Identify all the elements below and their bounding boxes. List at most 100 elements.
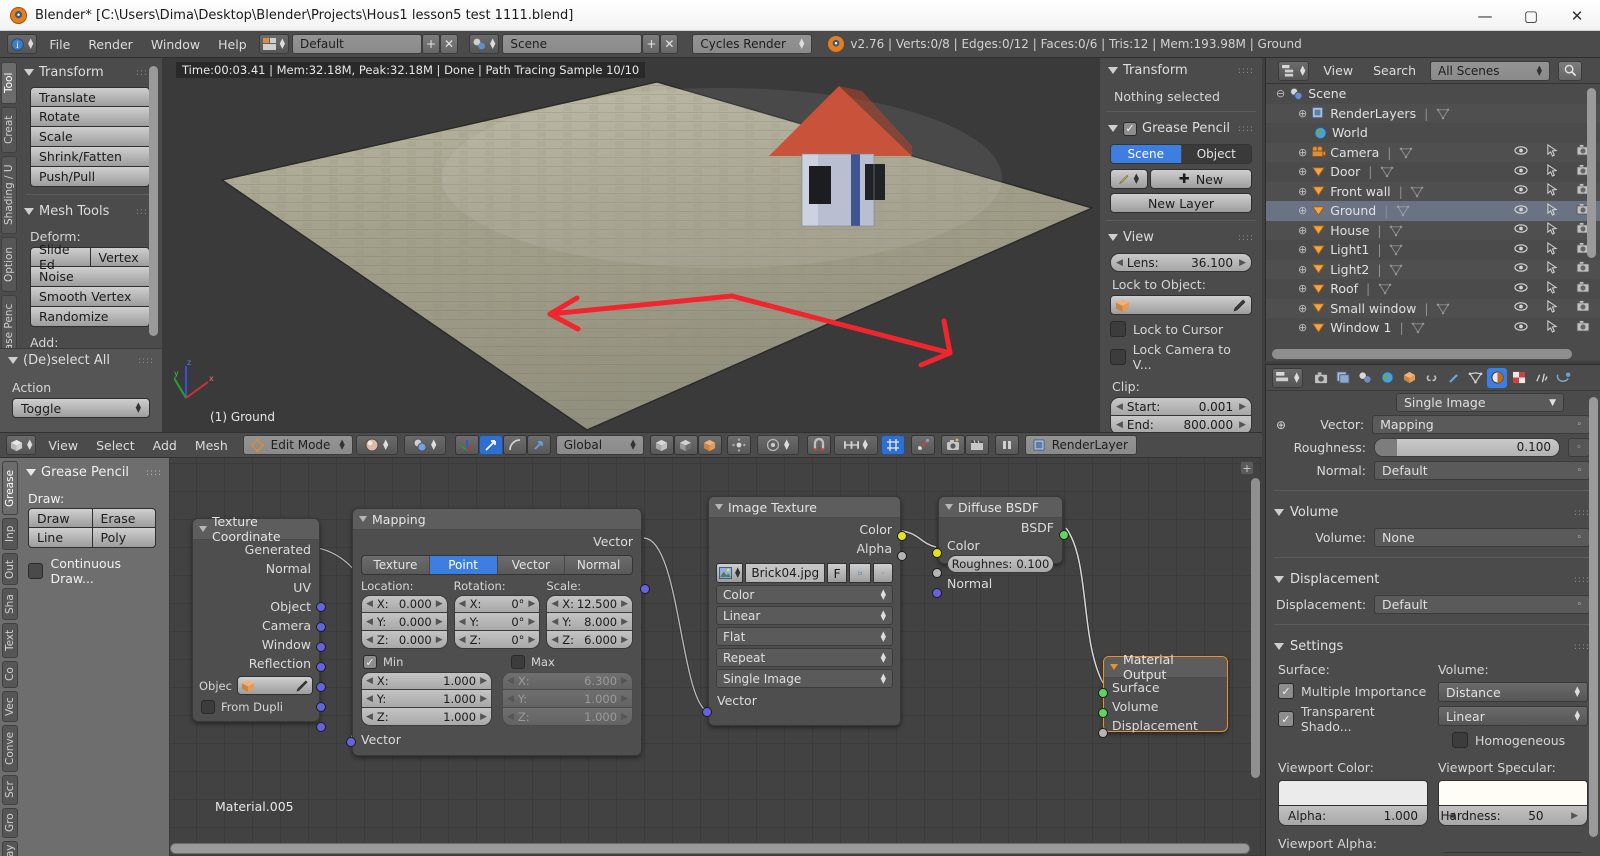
tab-physics-icon[interactable]	[1553, 368, 1573, 388]
node-input-normal[interactable]: Normal	[939, 574, 1062, 593]
render-preview-toggle[interactable]	[940, 435, 965, 455]
rotation-z[interactable]: ◀ Z: 0° ▶	[453, 631, 541, 649]
node-from-dupli-row[interactable]: From Dupli	[193, 698, 319, 716]
grease-pencil-header[interactable]: Grease Pencil ::::	[1100, 119, 1262, 138]
expand-icon[interactable]: ⊕	[1298, 282, 1307, 295]
tab-render-icon[interactable]	[1311, 368, 1331, 388]
properties-editor-type-icon[interactable]: ▲ ▼	[1272, 367, 1304, 388]
menu-help[interactable]: Help	[209, 35, 256, 54]
outliner-row-door[interactable]: ⊕ Door |	[1266, 162, 1600, 182]
tab-material-icon[interactable]	[1487, 367, 1508, 388]
node-output-window[interactable]: Window	[193, 635, 319, 654]
socket-volume-in[interactable]	[1098, 708, 1108, 718]
socket-reflection[interactable]	[316, 722, 326, 732]
socket-mapping-vector-in[interactable]	[346, 737, 356, 747]
proportional-falloff-button[interactable]: ▲ ▼	[756, 435, 799, 455]
node-gp-header[interactable]: Grease Pencil ::::	[24, 462, 164, 483]
node-editor-vscrollbar[interactable]	[1251, 478, 1260, 778]
selectability-toggle[interactable]	[1546, 202, 1558, 219]
operator-panel-header[interactable]: (De)select All ::::	[0, 349, 162, 372]
noise-button[interactable]: Noise	[30, 267, 150, 287]
outliner-row-light1[interactable]: ⊕ Light1 |	[1266, 240, 1600, 260]
tab-renderlayers-icon[interactable]	[1333, 368, 1353, 388]
outliner-row-world[interactable]: World	[1266, 123, 1600, 143]
visibility-toggle[interactable]	[1514, 320, 1528, 336]
vertex-button[interactable]: Vertex	[90, 247, 150, 267]
render-layer-field[interactable]: RenderLayer	[1024, 435, 1137, 455]
transform-orientation-select[interactable]: Global ▲ ▼	[555, 435, 644, 455]
visibility-toggle[interactable]	[1514, 242, 1528, 258]
node-header[interactable]: Texture Coordinate	[193, 514, 319, 544]
visibility-toggle[interactable]	[1514, 261, 1528, 277]
extension-select[interactable]: Repeat ▲ ▼	[716, 648, 893, 667]
lock-camera-row[interactable]: Lock Camera to V...	[1110, 342, 1252, 372]
socket-mapping-vector-out[interactable]	[640, 584, 650, 594]
proportional-edit-toggle[interactable]	[726, 435, 751, 455]
mapping-tab-texture[interactable]: Texture	[362, 556, 430, 574]
mesh-data-icon[interactable]	[1436, 301, 1451, 316]
tab-object-icon[interactable]	[1399, 368, 1419, 388]
settings-section-header[interactable]: Settings ::::	[1266, 633, 1600, 656]
open-image-button[interactable]	[849, 563, 872, 583]
add-screen-button[interactable]: +	[422, 34, 441, 54]
snap-target-toggle[interactable]	[880, 435, 905, 455]
node-output-bsdf[interactable]: BSDF	[939, 518, 1062, 537]
viewport-menu-mesh[interactable]: Mesh	[186, 436, 237, 455]
render-engine-select[interactable]: Cycles Render ▲ ▼	[692, 34, 813, 54]
socket-uv[interactable]	[316, 642, 326, 652]
screen-layout-icon[interactable]: ▲ ▼	[258, 34, 290, 54]
gp-tab-object[interactable]: Object	[1181, 145, 1251, 163]
node-header[interactable]: Mapping	[353, 509, 641, 530]
selectability-toggle[interactable]	[1546, 183, 1558, 199]
new-layer-button[interactable]: New Layer	[1110, 193, 1252, 213]
gp-line-button[interactable]: Line	[28, 528, 93, 548]
node-header[interactable]: Material Output	[1104, 652, 1227, 682]
outliner-hscrollbar[interactable]	[1272, 349, 1572, 359]
socket-bsdf-out[interactable]	[1059, 530, 1069, 540]
max-y[interactable]: ◀ Y: 1.000 ▶	[502, 690, 633, 708]
roughness-field[interactable]: Roughnes: 0.100	[947, 555, 1054, 573]
arrow-right-icon[interactable]: ▶	[1239, 402, 1246, 412]
object-picker[interactable]	[236, 676, 313, 695]
expand-icon[interactable]: ⊕	[1298, 204, 1307, 217]
arrow-left-icon[interactable]: ◀	[1116, 420, 1123, 430]
pause-toggle[interactable]	[994, 435, 1019, 455]
max-checkbox[interactable]	[511, 655, 525, 669]
outliner-search-button[interactable]	[1558, 60, 1583, 81]
unlink-image-button[interactable]	[873, 563, 894, 583]
node-header[interactable]: Diffuse BSDF	[939, 497, 1062, 518]
gp-new-button[interactable]: ✚ New	[1150, 169, 1252, 189]
outliner-display-mode[interactable]: All Scenes ▲ ▼	[1430, 60, 1551, 81]
socket-vector-in[interactable]	[702, 707, 712, 717]
node-output-color[interactable]: Color	[709, 518, 900, 539]
expand-icon[interactable]: ⊕	[1298, 165, 1307, 178]
node-output-alpha[interactable]: Alpha	[709, 539, 900, 558]
max-x[interactable]: ◀ X: 6.300 ▶	[502, 672, 633, 690]
min-checkbox[interactable]	[363, 655, 377, 669]
tab-world-icon[interactable]	[1377, 368, 1397, 388]
selectability-toggle[interactable]	[1546, 163, 1558, 180]
node-output-object[interactable]: Object	[193, 597, 319, 616]
tab-shader[interactable]: Sha	[2, 588, 18, 620]
socket-dot-icon[interactable]: ◦	[1577, 600, 1582, 610]
transparent-shadows-checkbox[interactable]	[1278, 711, 1294, 727]
min-row[interactable]: Min	[363, 655, 483, 669]
roughness-socket-icon[interactable]: ◦	[1568, 438, 1590, 457]
selectability-toggle[interactable]	[1546, 144, 1558, 160]
outliner-row-house[interactable]: ⊕ House |	[1266, 220, 1600, 240]
node-output-uv[interactable]: UV	[193, 578, 319, 597]
sidebar-expand-icon[interactable]: +	[1240, 461, 1254, 475]
arrow-left-icon[interactable]: ◀	[1116, 258, 1123, 268]
minimize-button[interactable]: —	[1462, 0, 1508, 31]
multiple-importance-checkbox[interactable]	[1278, 683, 1294, 699]
scale-z[interactable]: ◀ Z: 6.000 ▶	[546, 631, 634, 649]
node-output-vector[interactable]: Vector	[353, 530, 641, 551]
continuous-draw-row[interactable]: Continuous Draw...	[28, 556, 164, 586]
socket-dot-icon[interactable]: ◦	[1577, 420, 1582, 430]
max-z[interactable]: ◀ Z: 1.000 ▶	[502, 708, 633, 726]
gp-browse-button[interactable]: ▲ ▼	[1110, 169, 1148, 189]
arrow-right-icon[interactable]: ▶	[1571, 811, 1578, 821]
outliner-row-front-wall[interactable]: ⊕ Front wall |	[1266, 181, 1600, 201]
clipped-source-select[interactable]: Single Image ▼	[1396, 393, 1564, 412]
view-section-header[interactable]: View ::::	[1100, 228, 1262, 247]
